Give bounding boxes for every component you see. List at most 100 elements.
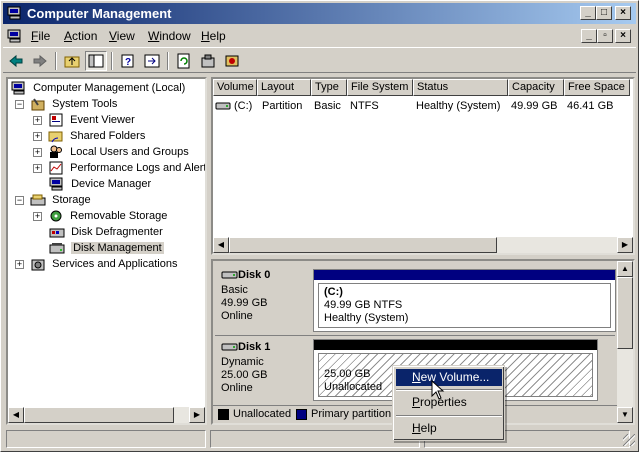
forward-icon	[33, 54, 47, 68]
console-tree[interactable]: Computer Management (Local) − System Too…	[6, 77, 207, 425]
cell-volume: (C:)	[234, 100, 253, 112]
storage-icon	[30, 194, 46, 206]
disk-1-header[interactable]: Disk 1 Dynamic 25.00 GB Online	[215, 339, 311, 405]
maximize-button[interactable]: □	[596, 6, 612, 20]
tree-horizontal-scrollbar[interactable]: ◀ ▶	[8, 407, 205, 423]
mdi-minimize-button[interactable]: _	[581, 29, 597, 43]
expand-icon[interactable]: +	[33, 211, 42, 221]
close-button[interactable]: ×	[615, 6, 631, 20]
column-header-layout[interactable]: Layout	[257, 79, 311, 96]
scroll-left-button[interactable]: ◀	[213, 237, 229, 253]
performance-icon	[49, 161, 63, 175]
scroll-right-button[interactable]: ▶	[189, 407, 205, 423]
menu-view[interactable]: View	[109, 29, 135, 43]
column-header-file-system[interactable]: File System	[347, 79, 413, 96]
column-header-status[interactable]: Status	[413, 79, 508, 96]
expand-icon[interactable]: +	[33, 131, 42, 141]
collapse-icon[interactable]: −	[15, 195, 24, 205]
volume-c-details: (C:) 49.99 GB NTFS Healthy (System)	[318, 283, 611, 328]
tree-node-removable-storage[interactable]: + Removable Storage	[33, 208, 167, 224]
disk-0-header[interactable]: Disk 0 Basic 49.99 GB Online	[215, 267, 311, 333]
wizard-button[interactable]	[221, 51, 243, 71]
menu-help[interactable]: Help	[201, 29, 226, 43]
expand-icon[interactable]: +	[33, 115, 42, 125]
scroll-thumb[interactable]	[24, 407, 174, 423]
scroll-left-button[interactable]: ◀	[8, 407, 24, 423]
tree-node-shared-folders[interactable]: + Shared Folders	[33, 128, 145, 144]
menu-bar: File Action View Window Help _ ▫ ×	[3, 25, 636, 47]
tree-node-event-viewer[interactable]: + Event Viewer	[33, 112, 135, 128]
disk-type: Basic	[221, 284, 248, 296]
context-menu-properties[interactable]: Properties	[396, 394, 502, 411]
up-folder-icon	[64, 56, 80, 68]
cell-type: Basic	[314, 100, 341, 112]
toolbar-separator	[167, 52, 169, 70]
scroll-up-button[interactable]: ▲	[617, 261, 633, 277]
tree-label: System Tools	[52, 98, 118, 110]
column-header-free-space[interactable]: Free Space	[564, 79, 630, 96]
device-manager-icon	[49, 177, 63, 191]
tree-label: Storage	[52, 194, 91, 206]
shared-folder-icon	[48, 131, 63, 143]
cell-status: Healthy (System)	[416, 100, 501, 112]
tree-node-root[interactable]: Computer Management (Local)	[11, 80, 185, 96]
unallocated-size: 25.00 GB	[324, 368, 371, 380]
scroll-thumb[interactable]	[229, 237, 497, 253]
forward-button[interactable]	[29, 51, 51, 71]
tree-node-disk-defragmenter[interactable]: Disk Defragmenter	[49, 224, 163, 240]
tree-label: Performance Logs and Alerts	[70, 162, 207, 174]
tree-node-device-manager[interactable]: Device Manager	[49, 176, 151, 192]
tree-node-services-apps[interactable]: + Services and Applications	[15, 256, 177, 272]
collapse-icon[interactable]: −	[15, 99, 24, 109]
context-menu-help[interactable]: Help	[396, 420, 502, 437]
mmc-document-icon[interactable]	[7, 28, 23, 44]
tree-node-system-tools[interactable]: − System Tools	[15, 96, 117, 112]
menu-window[interactable]: Window	[148, 29, 191, 43]
cell-layout: Partition	[262, 100, 303, 112]
up-one-level-button[interactable]	[61, 51, 83, 71]
mouse-pointer-icon	[431, 380, 445, 400]
show-hide-tree-button[interactable]	[85, 51, 107, 71]
tree-node-storage[interactable]: − Storage	[15, 192, 91, 208]
disk-view-vertical-scrollbar[interactable]: ▲ ▼	[617, 261, 633, 423]
disk-size: 49.99 GB	[221, 297, 268, 309]
toolbar: ?	[3, 47, 636, 73]
volume-status: Healthy (System)	[324, 312, 409, 324]
menu-action[interactable]: Action	[64, 29, 97, 43]
tree-node-local-users[interactable]: + Local Users and Groups	[33, 144, 189, 160]
scroll-right-button[interactable]: ▶	[617, 237, 633, 253]
expand-icon[interactable]: +	[33, 163, 42, 173]
volume-c-block[interactable]: (C:) 49.99 GB NTFS Healthy (System)	[313, 269, 616, 332]
disk-icon	[221, 271, 238, 279]
properties-button[interactable]: ?	[117, 51, 139, 71]
column-header-capacity[interactable]: Capacity	[508, 79, 564, 96]
volume-list-horizontal-scrollbar[interactable]: ◀ ▶	[213, 237, 633, 253]
menu-file[interactable]: File	[31, 29, 50, 43]
volume-list[interactable]: Volume Layout Type File System Status Ca…	[211, 77, 635, 255]
refresh-button[interactable]	[173, 51, 195, 71]
tree-node-disk-management[interactable]: Disk Management	[49, 240, 164, 256]
settings-icon	[201, 54, 215, 68]
expand-icon[interactable]: +	[33, 147, 42, 157]
minimize-button[interactable]: _	[580, 6, 596, 20]
tree-label: Local Users and Groups	[70, 146, 189, 158]
expand-icon[interactable]: +	[15, 259, 24, 269]
column-header-type[interactable]: Type	[311, 79, 347, 96]
properties-icon: ?	[121, 54, 134, 68]
tree-node-perf-logs[interactable]: + Performance Logs and Alerts	[33, 160, 207, 176]
context-menu-new-volume[interactable]: New Volume...	[396, 369, 502, 386]
mdi-restore-button[interactable]: ▫	[597, 29, 613, 43]
column-header-volume[interactable]: Volume	[213, 79, 257, 96]
tree-label: Computer Management (Local)	[33, 82, 186, 94]
settings-button[interactable]	[197, 51, 219, 71]
mdi-close-button[interactable]: ×	[615, 29, 631, 43]
back-button[interactable]	[5, 51, 27, 71]
disk-icon	[221, 343, 238, 351]
status-pane-middle	[210, 430, 420, 448]
title-bar[interactable]: Computer Management _ □ ×	[3, 3, 636, 24]
computer-icon	[11, 81, 25, 95]
scroll-thumb[interactable]	[617, 277, 633, 349]
export-list-button[interactable]	[141, 51, 163, 71]
scroll-down-button[interactable]: ▼	[617, 407, 633, 423]
resize-grip[interactable]	[623, 434, 635, 446]
